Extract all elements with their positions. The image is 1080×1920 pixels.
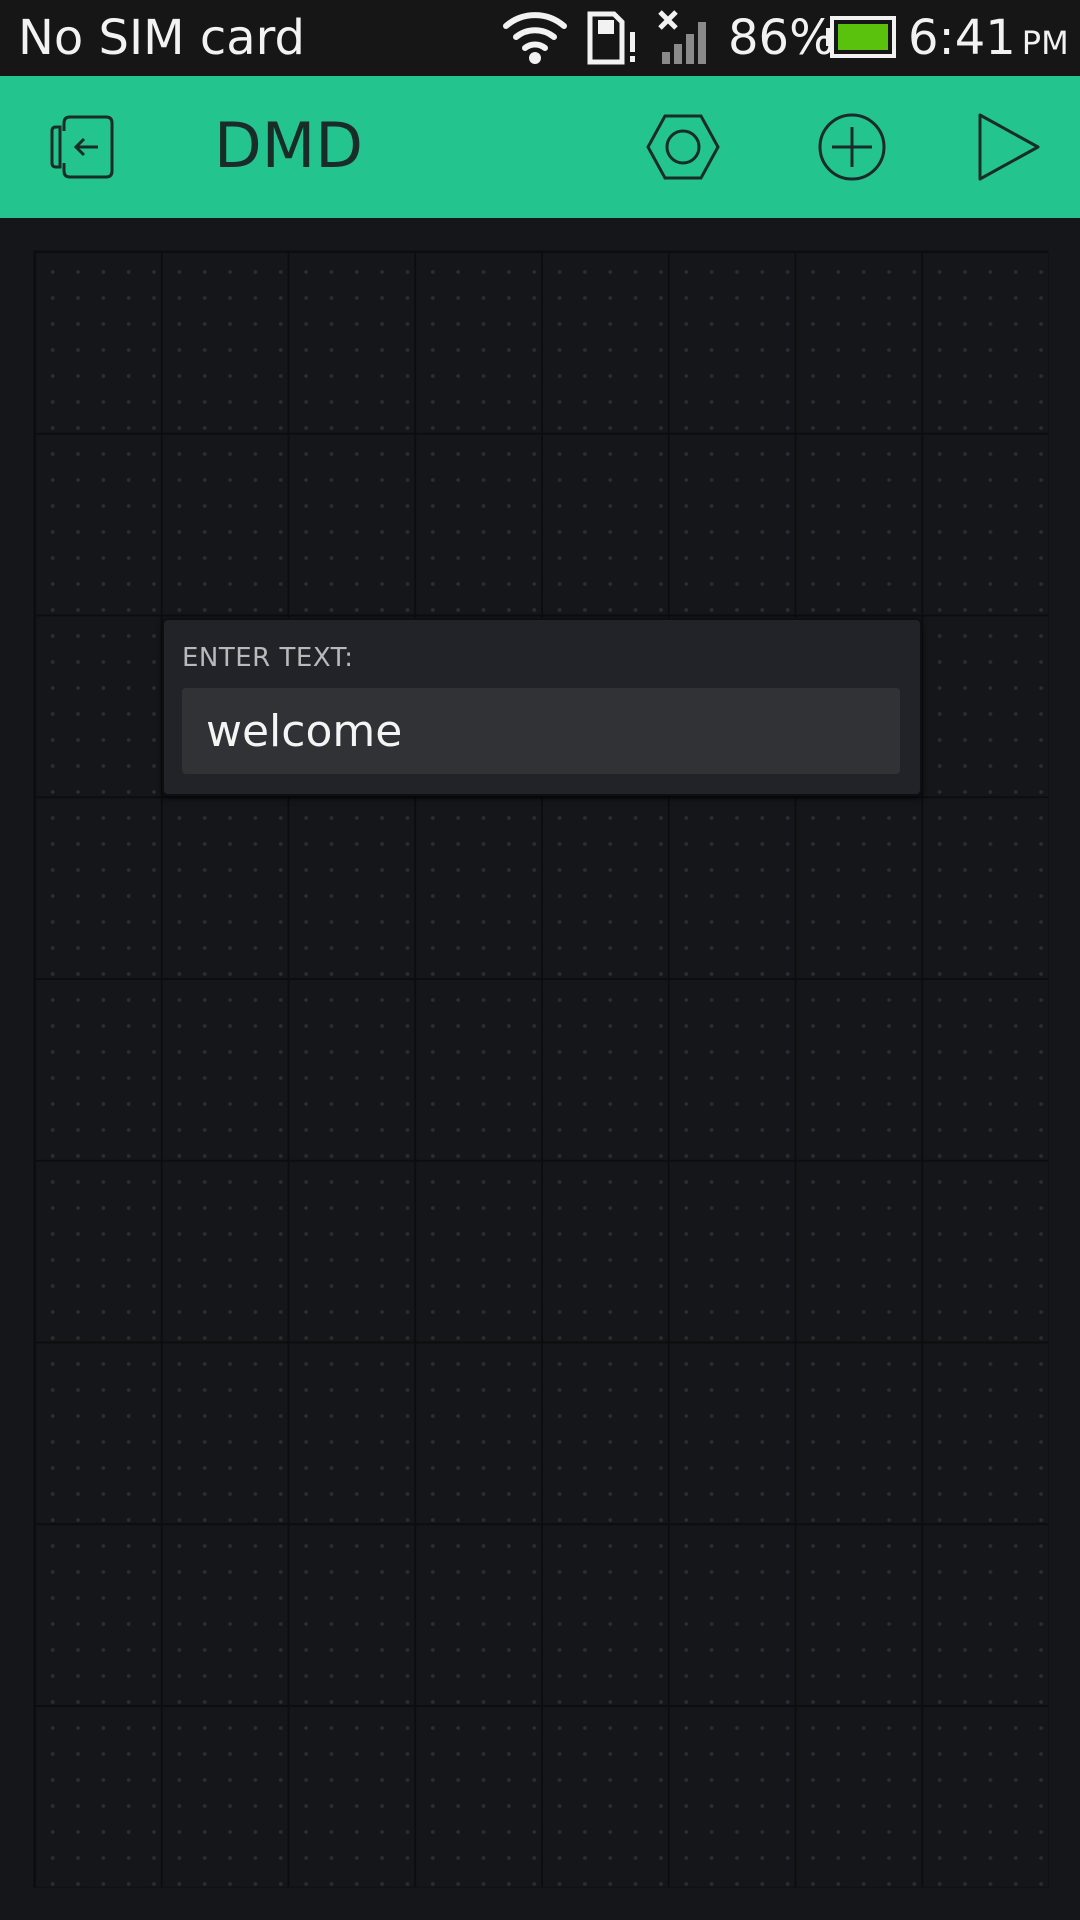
widget-label: ENTER TEXT:	[182, 643, 354, 673]
exit-button[interactable]	[34, 76, 134, 218]
widget-canvas[interactable]	[33, 250, 1049, 1888]
settings-hexagon-icon	[646, 114, 720, 180]
carrier-label: No SIM card	[18, 10, 305, 66]
app-toolbar: DMD	[0, 76, 1080, 218]
exit-icon	[50, 115, 114, 179]
play-icon	[978, 113, 1040, 181]
add-circle-icon	[818, 113, 886, 181]
clock-ampm: PM	[1021, 24, 1069, 62]
project-title: DMD	[214, 109, 363, 182]
sd-card-warning-icon	[587, 11, 635, 65]
text-input-widget[interactable]: ENTER TEXT:	[162, 618, 922, 796]
status-bar: No SIM card 86% 6:41 PM	[0, 0, 1080, 76]
clock-time: 6:41	[908, 10, 1016, 66]
signal-no-service-icon	[658, 10, 706, 64]
settings-button[interactable]	[633, 76, 733, 218]
battery-icon	[826, 16, 896, 58]
wifi-icon	[503, 12, 567, 64]
play-button[interactable]	[958, 76, 1058, 218]
battery-percent: 86%	[728, 10, 835, 66]
clock: 6:41 PM	[908, 10, 1069, 71]
text-input-field[interactable]	[182, 688, 900, 774]
add-widget-button[interactable]	[802, 76, 902, 218]
app-screen: No SIM card 86% 6:41 PM DMD ENTER TEXT: …	[0, 0, 1080, 1920]
